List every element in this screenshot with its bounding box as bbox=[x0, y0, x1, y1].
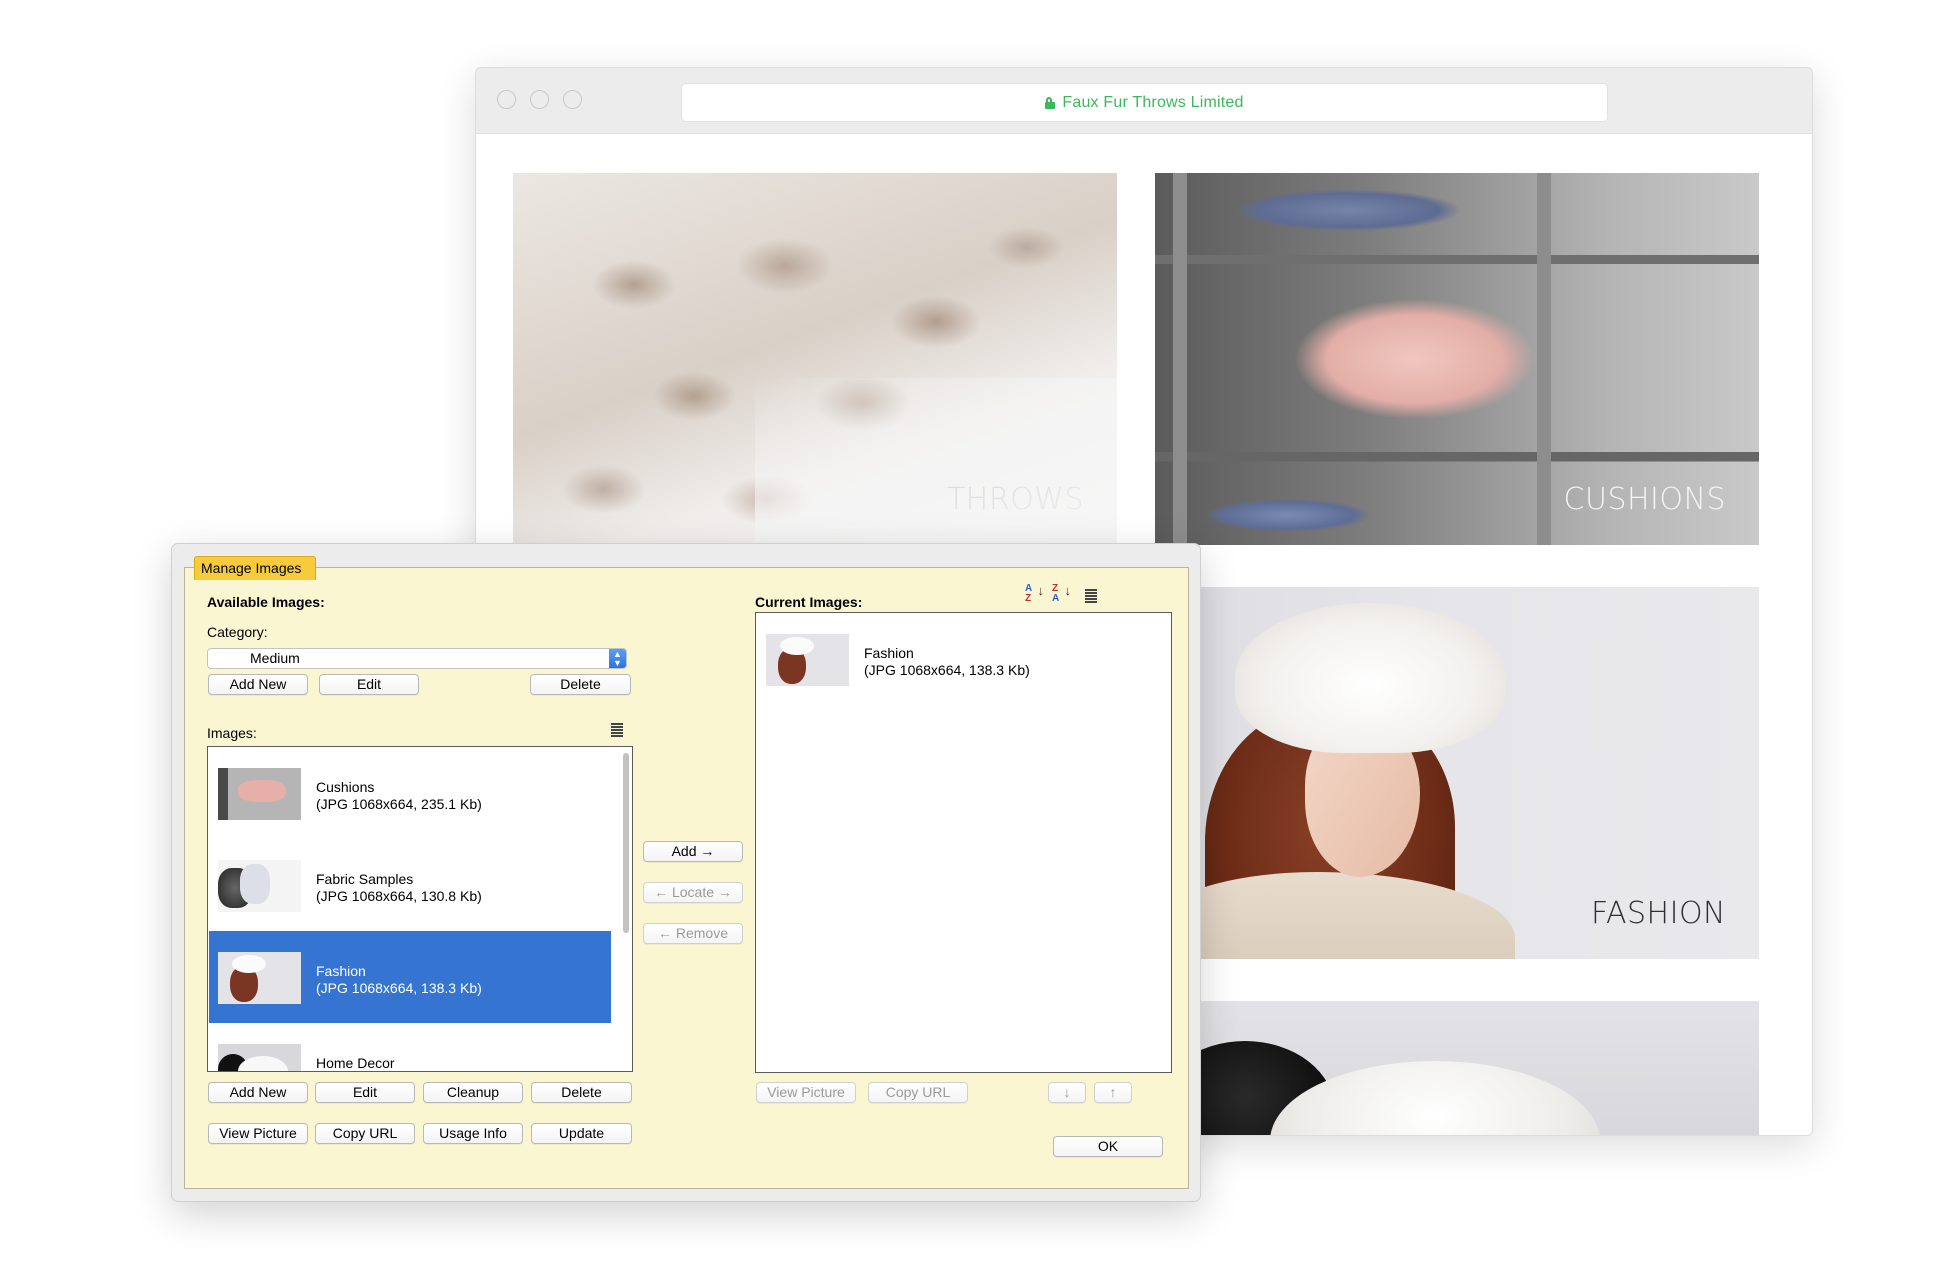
shelf-post bbox=[1537, 173, 1551, 545]
fashion-thumbnail bbox=[218, 952, 301, 1004]
model-sweater bbox=[1155, 872, 1515, 959]
select-arrows-icon: ▲ ▼ bbox=[609, 649, 626, 668]
category-select[interactable]: Medium ▲ ▼ bbox=[207, 648, 627, 669]
move-down-button[interactable]: ↓ bbox=[1048, 1082, 1086, 1103]
image-details: (JPG 1068x664, 235.1 Kb) bbox=[316, 796, 482, 812]
minimize-window-button[interactable] bbox=[530, 90, 549, 109]
shelf-post bbox=[1173, 173, 1187, 545]
current-view-picture-button[interactable]: View Picture bbox=[756, 1082, 856, 1103]
image-name: Fashion bbox=[316, 963, 366, 979]
list-view-icon[interactable] bbox=[609, 721, 625, 737]
list-item[interactable]: Fabric Samples (JPG 1068x664, 130.8 Kb) bbox=[209, 839, 611, 931]
category-edit-button[interactable]: Edit bbox=[319, 674, 419, 695]
image-cleanup-button[interactable]: Cleanup bbox=[423, 1082, 523, 1103]
images-label: Images: bbox=[207, 725, 257, 741]
dialog-panel: Available Images: Category: Medium ▲ ▼ Ad… bbox=[184, 567, 1189, 1189]
throws-tile[interactable]: THROWS bbox=[513, 173, 1117, 545]
move-up-button[interactable]: ↑ bbox=[1094, 1082, 1132, 1103]
fashion-thumbnail bbox=[766, 634, 849, 686]
image-details: (JPG 1068x664, 138.3 Kb) bbox=[316, 980, 482, 996]
image-name: Fashion bbox=[864, 645, 914, 661]
usage-info-button[interactable]: Usage Info bbox=[423, 1123, 523, 1144]
list-item[interactable]: Cushions (JPG 1068x664, 235.1 Kb) bbox=[209, 747, 611, 839]
address-text: Faux Fur Throws Limited bbox=[1062, 93, 1244, 111]
image-name: Home Decor bbox=[316, 1055, 395, 1071]
cushions-caption: CUSHIONS bbox=[1563, 482, 1726, 517]
sort-ascending-icon[interactable]: A Z ↓ bbox=[1025, 584, 1045, 606]
list-item[interactable]: Home Decor bbox=[209, 1023, 611, 1071]
list-view-icon[interactable] bbox=[1083, 587, 1099, 603]
image-details: (JPG 1068x664, 138.3 Kb) bbox=[864, 662, 1030, 678]
home-decor-tile[interactable] bbox=[1155, 1001, 1759, 1135]
category-value: Medium bbox=[250, 650, 300, 666]
fabric-samples-thumbnail bbox=[218, 860, 301, 912]
copy-url-button[interactable]: Copy URL bbox=[315, 1123, 415, 1144]
available-images-heading: Available Images: bbox=[207, 594, 325, 610]
throws-caption: THROWS bbox=[946, 482, 1084, 517]
list-item-selected[interactable]: Fashion (JPG 1068x664, 138.3 Kb) bbox=[209, 931, 611, 1023]
dialog-title-tab: Manage Images bbox=[194, 556, 317, 580]
cushions-tile[interactable]: CUSHIONS bbox=[1155, 173, 1759, 545]
category-add-new-button[interactable]: Add New bbox=[208, 674, 308, 695]
image-edit-button[interactable]: Edit bbox=[315, 1082, 415, 1103]
image-details: (JPG 1068x664, 130.8 Kb) bbox=[316, 888, 482, 904]
fashion-caption: FASHION bbox=[1590, 896, 1726, 931]
home-decor-thumbnail bbox=[218, 1044, 301, 1071]
remove-button[interactable]: ← Remove bbox=[643, 923, 743, 944]
current-list-item[interactable]: Fashion (JPG 1068x664, 138.3 Kb) bbox=[757, 613, 1170, 705]
image-name: Cushions bbox=[316, 779, 375, 795]
ok-button[interactable]: OK bbox=[1053, 1136, 1163, 1157]
image-delete-button[interactable]: Delete bbox=[531, 1082, 632, 1103]
lock-icon bbox=[1045, 96, 1056, 109]
model-hat bbox=[1235, 603, 1505, 753]
category-label: Category: bbox=[207, 624, 268, 640]
category-delete-button[interactable]: Delete bbox=[530, 674, 631, 695]
zoom-window-button[interactable] bbox=[563, 90, 582, 109]
sort-descending-icon[interactable]: Z A ↓ bbox=[1052, 584, 1072, 606]
current-copy-url-button[interactable]: Copy URL bbox=[868, 1082, 968, 1103]
images-scrollbar[interactable] bbox=[623, 753, 629, 933]
update-button[interactable]: Update bbox=[531, 1123, 632, 1144]
address-bar[interactable]: Faux Fur Throws Limited bbox=[681, 83, 1608, 122]
manage-images-dialog: Available Images: Category: Medium ▲ ▼ Ad… bbox=[171, 543, 1201, 1202]
close-window-button[interactable] bbox=[497, 90, 516, 109]
add-to-current-button[interactable]: Add → bbox=[643, 841, 743, 862]
view-picture-button[interactable]: View Picture bbox=[208, 1123, 308, 1144]
fashion-tile[interactable]: FASHION bbox=[1155, 587, 1759, 959]
browser-toolbar: Faux Fur Throws Limited bbox=[476, 68, 1812, 134]
image-name: Fabric Samples bbox=[316, 871, 414, 887]
images-list[interactable]: Cushions (JPG 1068x664, 235.1 Kb) Fabric… bbox=[207, 746, 633, 1072]
cushions-thumbnail bbox=[218, 768, 301, 820]
locate-button[interactable]: ← Locate → bbox=[643, 882, 743, 903]
image-add-new-button[interactable]: Add New bbox=[208, 1082, 308, 1103]
current-images-list[interactable]: Fashion (JPG 1068x664, 138.3 Kb) bbox=[755, 612, 1172, 1073]
current-images-heading: Current Images: bbox=[755, 594, 863, 610]
